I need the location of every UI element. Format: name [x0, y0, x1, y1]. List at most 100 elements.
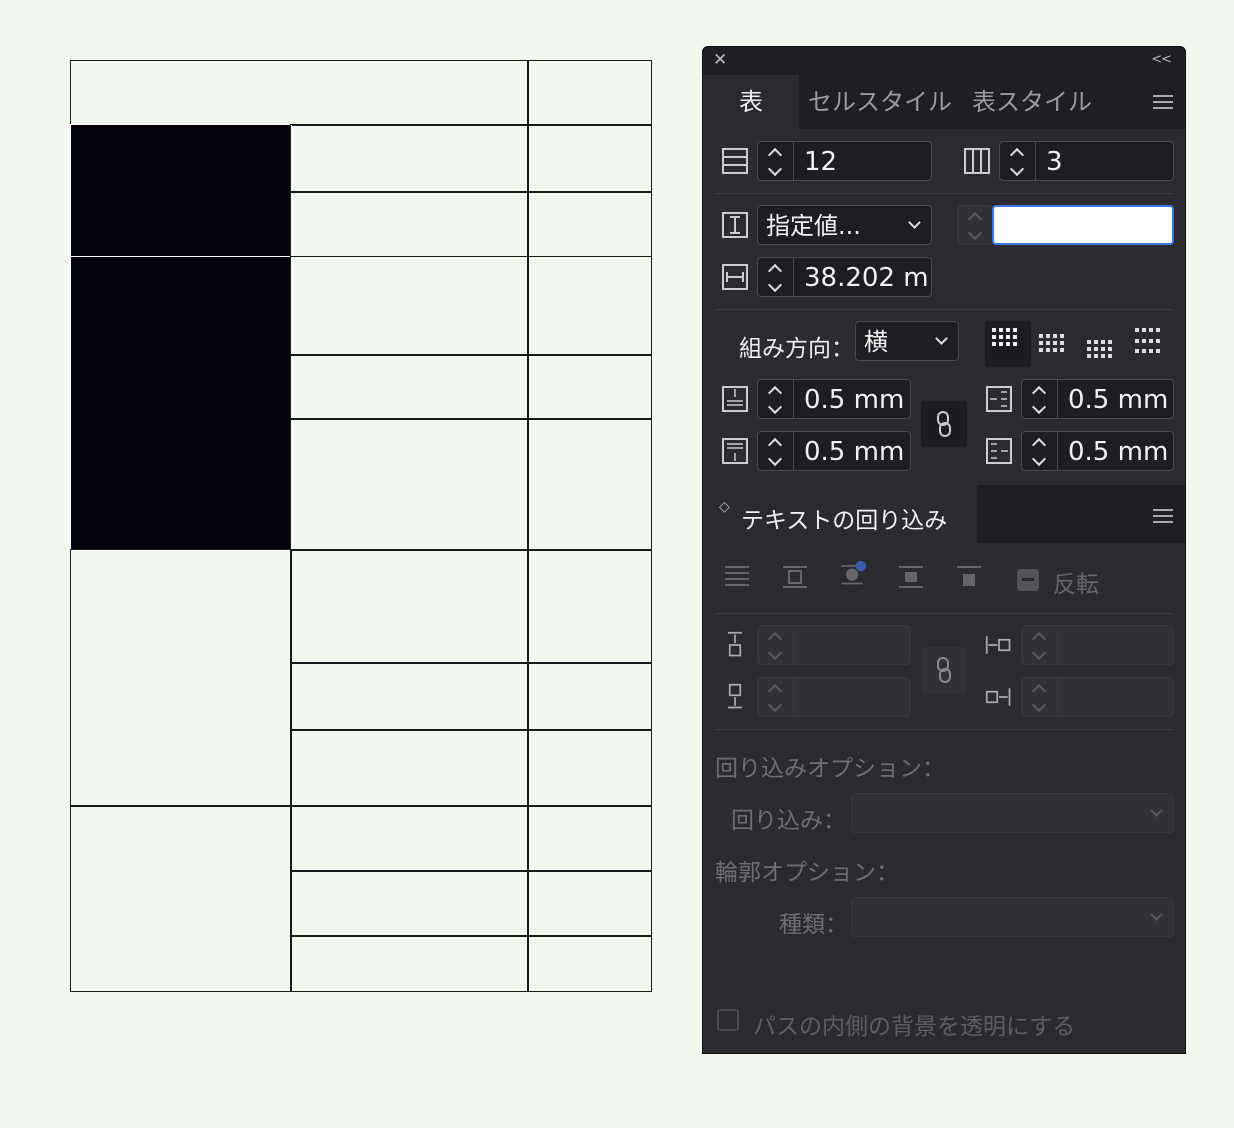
table-cell[interactable] [527, 354, 652, 420]
divider [715, 309, 1173, 310]
grid-dot [1108, 354, 1112, 358]
table-cell[interactable] [527, 935, 652, 992]
offset-right-stepper[interactable] [1022, 678, 1058, 716]
collapse-toggle-icon[interactable]: ◇ [719, 499, 730, 515]
table-cell[interactable] [290, 124, 529, 193]
offset-bottom-stepper[interactable] [758, 678, 794, 716]
table-cell[interactable] [70, 805, 292, 992]
column-width-field[interactable]: 38.202 mm [757, 257, 932, 297]
contour-type-dropdown[interactable] [851, 897, 1174, 937]
table-cell[interactable] [290, 935, 529, 992]
grid-dot [1156, 338, 1160, 343]
selected-table-cell[interactable] [70, 124, 292, 257]
table-cell[interactable] [70, 549, 292, 807]
link-offsets-button[interactable] [921, 647, 967, 693]
table-cell[interactable] [290, 354, 529, 420]
text-wrap-tab[interactable]: ◇ テキストの回り込み [703, 485, 977, 543]
table-cell[interactable] [290, 418, 529, 551]
offset-left-stepper[interactable] [1022, 626, 1058, 664]
link-insets-button[interactable] [921, 401, 967, 447]
inset-top-stepper[interactable] [758, 380, 794, 418]
inset-bottom-icon [722, 438, 748, 464]
no-wrap-icon[interactable] [723, 563, 751, 591]
table-cell[interactable] [290, 549, 529, 664]
table-cell[interactable] [527, 805, 652, 872]
section-menu-icon[interactable] [1153, 509, 1173, 523]
table-cell[interactable] [527, 549, 652, 664]
inset-bottom-field[interactable]: 0.5 mm [757, 431, 911, 471]
panel-menu-icon[interactable] [1153, 95, 1173, 109]
tab-cell-style[interactable]: セルスタイル [803, 75, 957, 129]
chevron-down-icon [908, 216, 921, 229]
grid-dot [992, 328, 996, 332]
inset-left-icon [986, 438, 1012, 464]
table-cell[interactable] [290, 729, 529, 807]
jump-object-icon[interactable] [897, 563, 925, 591]
wrap-object-shape-icon[interactable] [839, 559, 867, 587]
inset-top-field[interactable]: 0.5 mm [757, 379, 911, 419]
rows-stepper[interactable] [758, 142, 794, 180]
column-width-value: 38.202 mm [804, 263, 927, 293]
transparent-background-checkbox[interactable] [717, 1009, 739, 1031]
table-cell[interactable] [290, 870, 529, 937]
row-height-mode-dropdown[interactable]: 指定値... [757, 205, 932, 245]
tab-table[interactable]: 表 [703, 75, 799, 129]
grid-dot [1087, 340, 1091, 344]
table-cell[interactable] [527, 870, 652, 937]
grid-dot [1094, 347, 1098, 351]
grid-dot [1006, 335, 1010, 339]
table-cell[interactable] [527, 256, 652, 356]
selected-table-cell[interactable] [70, 256, 292, 551]
table-cell[interactable] [527, 418, 652, 551]
rows-field[interactable]: 12 [757, 141, 932, 181]
columns-field[interactable]: 3 [999, 141, 1174, 181]
table-cell[interactable] [527, 60, 652, 126]
table-cell[interactable] [290, 662, 529, 731]
grid-dot [1046, 341, 1050, 345]
collapse-icon[interactable]: << [1151, 52, 1172, 67]
offset-right-icon [985, 688, 1011, 706]
inset-top-icon [722, 386, 748, 412]
inset-bottom-stepper[interactable] [758, 432, 794, 470]
row-height-input[interactable] [992, 205, 1174, 245]
table-cell[interactable] [527, 124, 652, 193]
wrap-bounding-box-icon[interactable] [781, 563, 809, 591]
table-cell[interactable] [290, 191, 529, 257]
wrap-dropdown[interactable] [851, 793, 1174, 833]
offset-bottom-field[interactable] [757, 677, 911, 717]
grid-dot [1046, 334, 1050, 338]
direction-dropdown[interactable]: 横 [855, 321, 959, 361]
columns-stepper[interactable] [1000, 142, 1036, 180]
row-height-stepper[interactable] [957, 205, 994, 245]
table-cell[interactable] [527, 662, 652, 731]
chevron-down-icon [935, 332, 948, 345]
offset-top-stepper[interactable] [758, 626, 794, 664]
column-width-icon [722, 264, 748, 290]
offset-top-field[interactable] [757, 625, 911, 665]
offset-left-field[interactable] [1021, 625, 1174, 665]
chevron-down-icon [1150, 908, 1163, 921]
inset-left-stepper[interactable] [1022, 432, 1058, 470]
invert-checkbox[interactable] [1017, 569, 1039, 591]
offset-right-field[interactable] [1021, 677, 1174, 717]
close-icon[interactable]: ✕ [713, 50, 727, 70]
jump-to-next-column-icon[interactable] [955, 563, 983, 591]
inset-right-field[interactable]: 0.5 mm [1021, 379, 1174, 419]
direction-value: 横 [864, 328, 888, 356]
table-cell[interactable] [527, 191, 652, 257]
offset-left-icon [985, 636, 1011, 654]
grid-dot [1013, 342, 1017, 346]
table-cell[interactable] [290, 256, 529, 356]
panel-tabs: 表 セルスタイル 表スタイル [703, 75, 1185, 129]
row-height-stepper-arrows[interactable] [958, 206, 994, 244]
table-cell[interactable] [290, 805, 529, 872]
tab-table-style[interactable]: 表スタイル [959, 75, 1105, 129]
grid-dot [992, 335, 996, 339]
divider [715, 193, 1173, 194]
align-top-button[interactable] [985, 321, 1031, 367]
column-width-stepper[interactable] [758, 258, 794, 296]
inset-right-stepper[interactable] [1022, 380, 1058, 418]
inset-left-field[interactable]: 0.5 mm [1021, 431, 1174, 471]
table-cell[interactable] [70, 60, 529, 126]
table-cell[interactable] [527, 729, 652, 807]
